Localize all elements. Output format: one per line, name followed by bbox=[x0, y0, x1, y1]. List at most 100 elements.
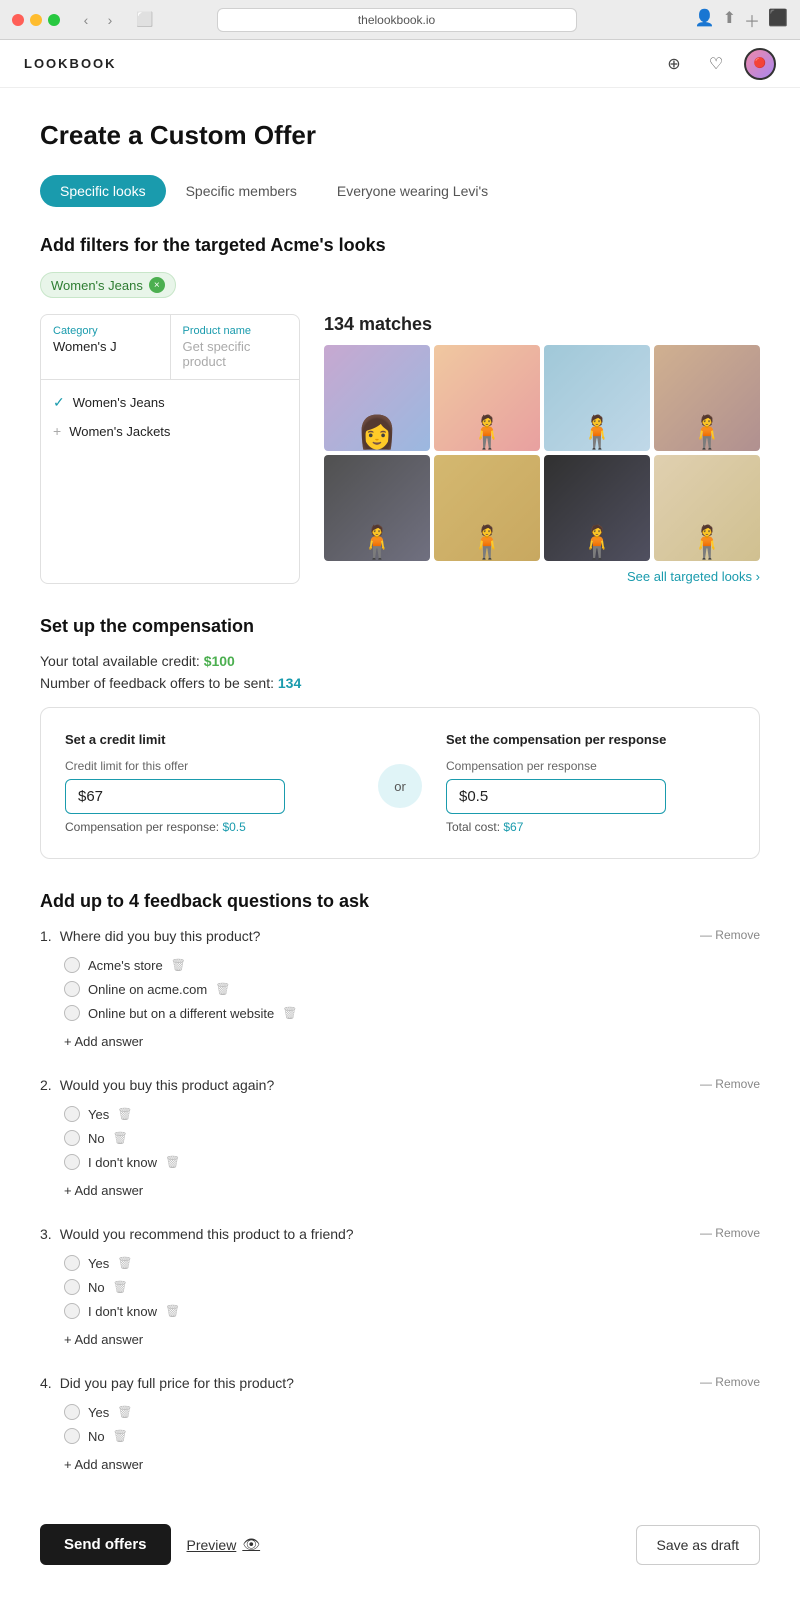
option-womens-jackets[interactable]: + Women's Jackets bbox=[41, 417, 299, 445]
delete-q2-answer-2[interactable]: 🗑 bbox=[113, 1131, 128, 1145]
radio-q3-1[interactable] bbox=[64, 1255, 80, 1271]
add-icon[interactable]: ⊕ bbox=[660, 50, 688, 78]
radio-q4-1[interactable] bbox=[64, 1404, 80, 1420]
tab-specific-members[interactable]: Specific members bbox=[166, 175, 317, 207]
page-title: Create a Custom Offer bbox=[40, 120, 760, 151]
or-text: or bbox=[394, 779, 406, 794]
question-text-3: Would you recommend this product to a fr… bbox=[60, 1226, 692, 1242]
total-cost-value: $67 bbox=[503, 820, 523, 834]
close-dot[interactable] bbox=[12, 14, 24, 26]
tab-everyone-levis[interactable]: Everyone wearing Levi's bbox=[317, 175, 508, 207]
match-image-1: 👩 bbox=[324, 345, 430, 451]
preview-button[interactable]: Preview 👁 bbox=[187, 1536, 261, 1553]
answer-q3-1: Yes 🗑 bbox=[40, 1252, 760, 1274]
answer-q3-2: No 🗑 bbox=[40, 1276, 760, 1298]
product-placeholder[interactable]: Get specific product bbox=[183, 339, 288, 369]
match-image-2: 🧍 bbox=[434, 345, 540, 451]
filter-remove-icon[interactable]: × bbox=[149, 277, 165, 293]
remove-question-2[interactable]: — Remove bbox=[700, 1077, 760, 1091]
category-col: Category Women's J bbox=[41, 315, 170, 379]
answer-label-q3-1: Yes bbox=[88, 1256, 109, 1271]
product-label: Product name bbox=[183, 325, 288, 337]
option-womens-jeans[interactable]: ✓ Women's Jeans bbox=[41, 388, 299, 417]
credit-limit-col: Set a credit limit Credit limit for this… bbox=[65, 732, 354, 834]
matches-count: 134 matches bbox=[324, 314, 760, 335]
back-icon[interactable]: ‹ bbox=[76, 10, 96, 30]
delete-q2-answer-3[interactable]: 🗑 bbox=[165, 1155, 180, 1169]
question-number-3: 3. bbox=[40, 1226, 52, 1242]
question-header-3: 3. Would you recommend this product to a… bbox=[40, 1226, 760, 1242]
radio-q4-2[interactable] bbox=[64, 1428, 80, 1444]
filter-tag-label: Women's Jeans bbox=[51, 278, 143, 293]
credit-limit-input[interactable] bbox=[65, 779, 285, 814]
delete-q3-answer-2[interactable]: 🗑 bbox=[113, 1280, 128, 1294]
answer-label-q1-3: Online but on a different website bbox=[88, 1006, 274, 1021]
radio-q3-3[interactable] bbox=[64, 1303, 80, 1319]
answer-q1-3: Online but on a different website 🗑 bbox=[40, 1002, 760, 1024]
filters-section-title: Add filters for the targeted Acme's look… bbox=[40, 235, 760, 256]
maximize-dot[interactable] bbox=[48, 14, 60, 26]
per-response-label: Compensation per response bbox=[446, 759, 735, 773]
see-all-link[interactable]: See all targeted looks › bbox=[324, 569, 760, 584]
add-answer-q1[interactable]: + Add answer bbox=[40, 1030, 143, 1053]
main-content: Create a Custom Offer Specific looks Spe… bbox=[0, 88, 800, 1605]
delete-q1-answer-3[interactable]: 🗑 bbox=[282, 1006, 297, 1020]
delete-q1-answer-2[interactable]: 🗑 bbox=[215, 982, 230, 996]
answer-label-q2-3: I don't know bbox=[88, 1155, 157, 1170]
answer-label-q4-2: No bbox=[88, 1429, 105, 1444]
questions-section-title: Add up to 4 feedback questions to ask bbox=[40, 891, 760, 912]
answer-q3-3: I don't know 🗑 bbox=[40, 1300, 760, 1322]
delete-q1-answer-1[interactable]: 🗑 bbox=[171, 958, 186, 972]
tab-bar: Specific looks Specific members Everyone… bbox=[40, 175, 760, 207]
heart-icon[interactable]: ♡ bbox=[702, 50, 730, 78]
remove-question-1[interactable]: — Remove bbox=[700, 928, 760, 942]
send-offers-button[interactable]: Send offers bbox=[40, 1524, 171, 1565]
save-draft-button[interactable]: Save as draft bbox=[636, 1525, 761, 1565]
app-header: LOOKBOOK ⊕ ♡ 🔴 bbox=[0, 40, 800, 88]
radio-q3-2[interactable] bbox=[64, 1279, 80, 1295]
tab-specific-looks[interactable]: Specific looks bbox=[40, 175, 166, 207]
answer-label-q3-2: No bbox=[88, 1280, 105, 1295]
add-answer-q3[interactable]: + Add answer bbox=[40, 1328, 143, 1351]
delete-q3-answer-1[interactable]: 🗑 bbox=[117, 1256, 132, 1270]
question-item-3: 3. Would you recommend this product to a… bbox=[40, 1226, 760, 1351]
filter-panel: Category Women's J Product name Get spec… bbox=[40, 314, 300, 584]
account-icon[interactable]: 👤 bbox=[695, 8, 715, 32]
radio-q1-1[interactable] bbox=[64, 957, 80, 973]
matches-area: 134 matches 👩 🧍 🧍 🧍 🧍 🧍 🧍 🧍 See all targ… bbox=[324, 314, 760, 584]
answer-q1-2: Online on acme.com 🗑 bbox=[40, 978, 760, 1000]
url-bar[interactable]: thelookbook.io bbox=[217, 8, 577, 32]
match-image-6: 🧍 bbox=[434, 455, 540, 561]
delete-q4-answer-2[interactable]: 🗑 bbox=[113, 1429, 128, 1443]
radio-q1-3[interactable] bbox=[64, 1005, 80, 1021]
add-answer-q4[interactable]: + Add answer bbox=[40, 1453, 143, 1476]
forward-icon[interactable]: › bbox=[100, 10, 120, 30]
remove-question-3[interactable]: — Remove bbox=[700, 1226, 760, 1240]
minimize-dot[interactable] bbox=[30, 14, 42, 26]
remove-question-4[interactable]: — Remove bbox=[700, 1375, 760, 1389]
share-icon[interactable]: ⬆ bbox=[723, 8, 736, 32]
match-image-7: 🧍 bbox=[544, 455, 650, 561]
active-filter-tag[interactable]: Women's Jeans × bbox=[40, 272, 176, 298]
footer-actions: Send offers Preview 👁 Save as draft bbox=[40, 1508, 760, 1565]
question-item-4: 4. Did you pay full price for this produ… bbox=[40, 1375, 760, 1476]
comp-sub-right: Total cost: $67 bbox=[446, 820, 735, 834]
answer-label-q4-1: Yes bbox=[88, 1405, 109, 1420]
add-answer-q2[interactable]: + Add answer bbox=[40, 1179, 143, 1202]
per-response-input[interactable] bbox=[446, 779, 666, 814]
option-label-jackets: Women's Jackets bbox=[69, 424, 170, 439]
preview-icon: 👁 bbox=[242, 1536, 260, 1553]
radio-q2-3[interactable] bbox=[64, 1154, 80, 1170]
delete-q3-answer-3[interactable]: 🗑 bbox=[165, 1304, 180, 1318]
new-tab-icon[interactable]: ＋ bbox=[744, 8, 760, 32]
delete-q4-answer-1[interactable]: 🗑 bbox=[117, 1405, 132, 1419]
delete-q2-answer-1[interactable]: 🗑 bbox=[117, 1107, 132, 1121]
tabs-icon[interactable]: ⬛ bbox=[768, 8, 788, 32]
answer-label-q1-2: Online on acme.com bbox=[88, 982, 207, 997]
avatar[interactable]: 🔴 bbox=[744, 48, 776, 80]
radio-q2-1[interactable] bbox=[64, 1106, 80, 1122]
radio-q1-2[interactable] bbox=[64, 981, 80, 997]
compensation-section-title: Set up the compensation bbox=[40, 616, 760, 637]
radio-q2-2[interactable] bbox=[64, 1130, 80, 1146]
question-number-2: 2. bbox=[40, 1077, 52, 1093]
